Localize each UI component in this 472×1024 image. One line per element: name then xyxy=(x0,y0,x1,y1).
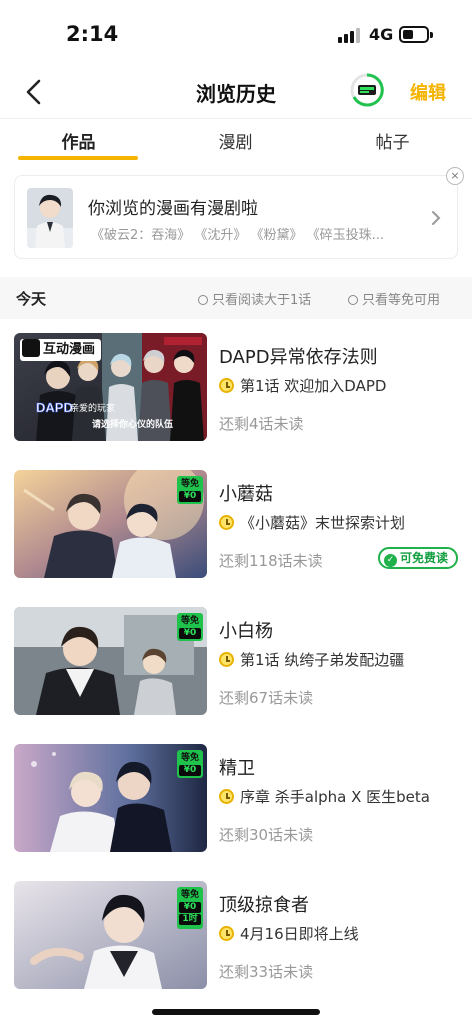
banner-title: 你浏览的漫画有漫剧啦 xyxy=(88,199,258,219)
interactive-icon xyxy=(22,339,40,357)
filter-wait-free-available[interactable]: 只看等免可用 xyxy=(348,289,440,308)
clock-icon xyxy=(219,926,234,941)
last-episode: 《小蘑菇》末世探索计划 xyxy=(219,512,405,533)
cover-caption-2: 请选择你心仪的队伍 xyxy=(92,418,173,430)
last-episode: 序章 杀手alpha X 医生beta xyxy=(219,786,430,807)
comic-cover: 等免 ¥0 xyxy=(14,744,207,852)
history-item[interactable]: 等免 ¥0 精卫 序章 杀手alpha X 医生beta 还剩30话未读 xyxy=(0,744,472,860)
comic-title: DAPD异常依存法则 xyxy=(219,347,378,368)
comic-title: 小蘑菇 xyxy=(219,484,273,505)
remaining-count: 还剩4话未读 xyxy=(219,415,304,433)
tab-posts[interactable]: 帖子 xyxy=(314,119,471,161)
wait-free-tag: 等免 ¥0 xyxy=(177,750,203,778)
comic-cover: DAPD 亲爱的玩家 请选择你心仪的队伍 互动漫画 xyxy=(14,333,207,441)
page-title: 浏览历史 xyxy=(196,82,276,106)
clock-icon xyxy=(219,378,234,393)
free-read-badge[interactable]: ✓ 可免费读 xyxy=(378,547,459,569)
filter-wait-free-available-label: 只看等免可用 xyxy=(362,293,441,308)
banner-thumbnail xyxy=(27,188,73,248)
free-read-label: 可免费读 xyxy=(400,551,449,565)
comic-title: 小白杨 xyxy=(219,621,273,642)
wait-free-timer: 1时 xyxy=(179,914,201,925)
last-episode: 第1话 纨绔子弟发配边疆 xyxy=(219,649,404,670)
wait-free-price: ¥0 xyxy=(179,765,201,776)
last-episode: 4月16日即将上线 xyxy=(219,923,359,944)
banner-subtitle: 《破云2：吞海》 《沈升》 《粉黛》 《碎玉投珠... xyxy=(91,228,385,243)
last-episode: 第1话 欢迎加入DAPD xyxy=(219,375,386,396)
date-group-label: 今天 xyxy=(16,290,47,308)
last-episode-label: 第1话 纨绔子弟发配边疆 xyxy=(240,651,405,669)
wait-free-label: 等免 xyxy=(180,479,199,489)
filter-read-more-than-one-label: 只看阅读大于1话 xyxy=(212,293,312,308)
tab-posts-label: 帖子 xyxy=(375,133,410,153)
wait-free-price: ¥0 xyxy=(179,491,201,502)
wait-free-price: ¥0 xyxy=(179,628,201,639)
wait-free-label: 等免 xyxy=(180,753,199,763)
check-icon: ✓ xyxy=(384,554,397,567)
remaining-count: 还剩33话未读 xyxy=(219,963,314,981)
reading-progress-button[interactable] xyxy=(350,73,384,107)
cover-caption-1: 亲爱的玩家 xyxy=(70,402,115,414)
last-episode-label: 《小蘑菇》末世探索计划 xyxy=(240,514,406,532)
wait-free-tag: 等免 ¥0 1时 xyxy=(177,887,203,929)
remaining-count: 还剩118话未读 xyxy=(219,552,323,570)
history-item[interactable]: DAPD 亲爱的玩家 请选择你心仪的队伍 互动漫画 DAPD异常依存法则 第1话… xyxy=(0,333,472,449)
history-item[interactable]: 等免 ¥0 1时 顶级掠食者 4月16日即将上线 还剩33话未读 xyxy=(0,881,472,997)
history-item[interactable]: 等免 ¥0 小白杨 第1话 纨绔子弟发配边疆 还剩67话未读 xyxy=(0,607,472,723)
status-time: 2:14 xyxy=(66,22,119,46)
reading-progress-icon xyxy=(350,73,384,107)
drama-recommendation-banner[interactable]: 你浏览的漫画有漫剧啦 《破云2：吞海》 《沈升》 《粉黛》 《碎玉投珠... xyxy=(14,175,458,259)
clock-icon xyxy=(219,789,234,804)
wait-free-label: 等免 xyxy=(180,616,199,626)
wait-free-tag: 等免 ¥0 xyxy=(177,476,203,504)
battery-icon xyxy=(399,26,433,43)
home-indicator[interactable] xyxy=(152,1009,320,1015)
wait-free-price: ¥0 xyxy=(179,902,201,913)
comic-title: 顶级掠食者 xyxy=(219,895,309,916)
filter-bar: 今天 只看阅读大于1话 只看等免可用 xyxy=(0,277,472,319)
active-tab-indicator xyxy=(18,156,138,160)
tab-short-drama-label: 漫剧 xyxy=(218,133,253,153)
chevron-right-icon xyxy=(432,211,441,225)
close-banner-button[interactable]: × xyxy=(446,167,464,185)
edit-button[interactable]: 编辑 xyxy=(410,79,446,105)
last-episode-label: 第1话 欢迎加入DAPD xyxy=(240,377,387,395)
wait-free-tag: 等免 ¥0 xyxy=(177,613,203,641)
comic-cover: 等免 ¥0 xyxy=(14,470,207,578)
remaining-count: 还剩67话未读 xyxy=(219,689,314,707)
signal-icon xyxy=(338,27,364,43)
radio-icon xyxy=(198,295,208,305)
comic-cover: 等免 ¥0 xyxy=(14,607,207,715)
network-label: 4G xyxy=(369,25,394,44)
tab-works-label: 作品 xyxy=(61,133,96,153)
interactive-comic-label: 互动漫画 xyxy=(43,342,96,357)
comic-title: 精卫 xyxy=(219,758,255,779)
last-episode-label: 序章 杀手alpha X 医生beta xyxy=(240,788,430,806)
filter-read-more-than-one[interactable]: 只看阅读大于1话 xyxy=(198,289,311,308)
history-item[interactable]: 等免 ¥0 小蘑菇 《小蘑菇》末世探索计划 还剩118话未读 ✓ 可免费读 xyxy=(0,470,472,586)
wait-free-label: 等免 xyxy=(180,890,199,900)
tab-bar: 作品 漫剧 帖子 xyxy=(0,118,472,160)
clock-icon xyxy=(219,652,234,667)
radio-icon xyxy=(348,295,358,305)
clock-icon xyxy=(219,515,234,530)
nav-bar: 浏览历史 编辑 xyxy=(0,66,472,118)
remaining-count: 还剩30话未读 xyxy=(219,826,314,844)
tab-works[interactable]: 作品 xyxy=(0,119,157,161)
tab-short-drama[interactable]: 漫剧 xyxy=(157,119,314,161)
cover-logo-text: DAPD xyxy=(36,400,73,415)
status-bar: 2:14 4G xyxy=(0,0,472,66)
interactive-comic-tag: 互动漫画 xyxy=(20,339,102,361)
comic-cover: 等免 ¥0 1时 xyxy=(14,881,207,989)
last-episode-label: 4月16日即将上线 xyxy=(240,925,359,943)
